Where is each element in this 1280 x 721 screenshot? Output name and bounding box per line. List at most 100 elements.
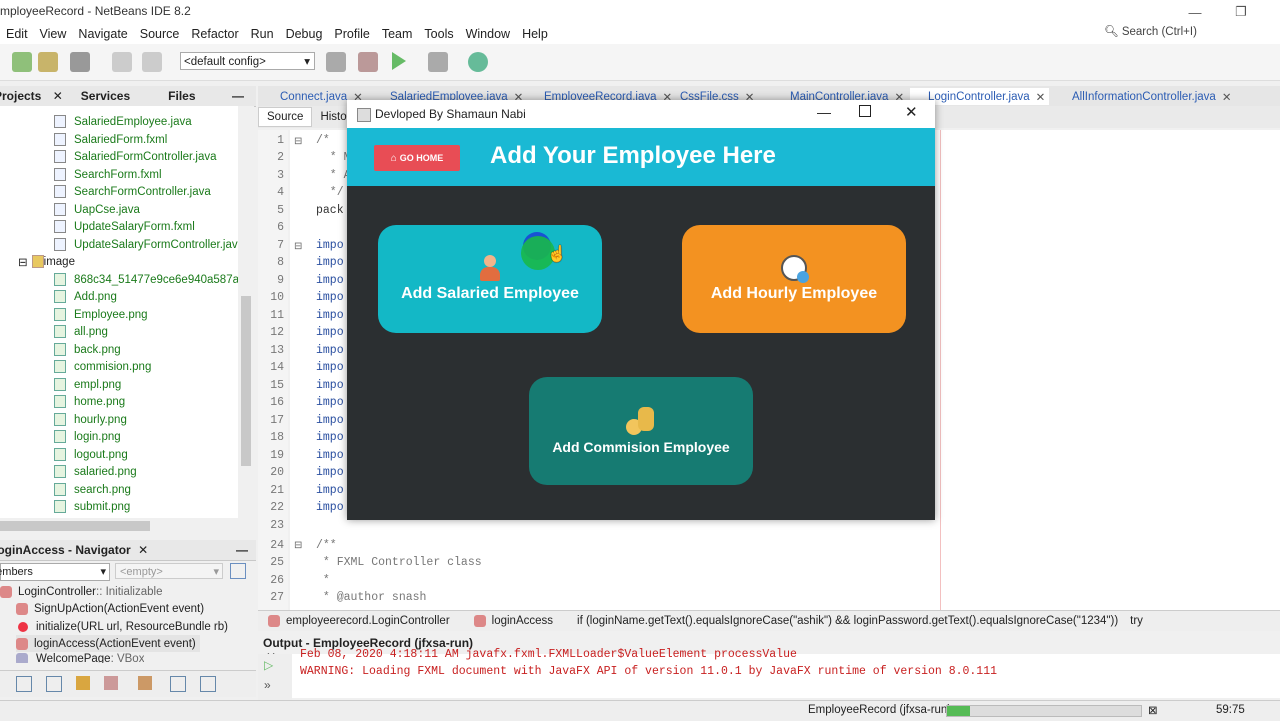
members-select[interactable]: Members▾ — [0, 563, 110, 581]
rerun-icon[interactable]: ▷ — [264, 658, 273, 672]
close-icon[interactable]: ✕ — [49, 89, 67, 103]
list-item[interactable]: logout.png — [54, 446, 128, 464]
menu-team[interactable]: Team — [376, 27, 419, 41]
close-icon[interactable]: ✕ — [1036, 90, 1046, 104]
menu-tools[interactable]: Tools — [418, 27, 459, 41]
minimize-panel-button[interactable]: — — [236, 540, 248, 560]
list-item[interactable]: home.png — [54, 393, 125, 411]
scrollbar-thumb[interactable] — [0, 521, 150, 531]
menu-help[interactable]: Help — [516, 27, 554, 41]
menu-debug[interactable]: Debug — [280, 27, 329, 41]
cancel-task-icon[interactable]: ⊠ — [1148, 703, 1158, 717]
list-item[interactable]: UpdateSalaryFormController.java — [54, 236, 238, 254]
ide-window-title: EmployeeRecord - NetBeans IDE 8.2 — [0, 4, 191, 18]
list-item[interactable]: login.png — [54, 428, 121, 446]
breadcrumb-try[interactable]: try — [1130, 615, 1143, 627]
list-item[interactable]: all.png — [54, 323, 108, 341]
run-icon[interactable] — [392, 52, 406, 70]
tree-vertical-scrollbar[interactable] — [238, 106, 254, 518]
list-item[interactable]: Employee.png — [54, 306, 148, 324]
minimize-button[interactable]: — — [1172, 0, 1218, 24]
maximize-button[interactable] — [859, 105, 871, 117]
list-item[interactable]: Add.png — [54, 288, 117, 306]
list-item[interactable]: back.png — [54, 341, 121, 359]
minimize-button[interactable]: — — [817, 104, 831, 120]
menu-run[interactable]: Run — [245, 27, 280, 41]
add-commision-employee-button[interactable]: Add Commision Employee — [529, 377, 753, 485]
filter-icon[interactable] — [104, 676, 118, 690]
filter-icon[interactable] — [46, 676, 62, 692]
new-file-icon[interactable] — [38, 52, 58, 72]
navigator-item[interactable]: SignUpAction (ActionEvent event) — [16, 600, 204, 617]
list-item[interactable]: hourly.png — [54, 411, 127, 429]
folder-item-image[interactable]: ⊟ image — [18, 253, 75, 271]
list-item[interactable]: SalariedEmployee.java — [54, 113, 192, 131]
configure-icon[interactable] — [230, 563, 246, 579]
go-home-button[interactable]: ⌂ GO HOME — [374, 145, 460, 171]
config-select[interactable]: <default config> ▾ — [180, 52, 315, 70]
list-item[interactable]: SearchFormController.java — [54, 183, 211, 201]
add-hourly-employee-button[interactable]: Add Hourly Employee — [682, 225, 906, 333]
breadcrumb-if[interactable]: if (loginName.getText().equalsIgnoreCase… — [577, 615, 1118, 627]
minimize-panel-button[interactable]: — — [228, 89, 248, 103]
list-item[interactable]: UapCse.java — [54, 201, 140, 219]
filter-icon[interactable] — [138, 676, 152, 690]
tab-projects[interactable]: Projects ✕ — [0, 89, 71, 103]
tree-horizontal-scrollbar[interactable] — [0, 518, 238, 534]
navigator-item[interactable]: WelcomePage : VBox — [16, 653, 144, 663]
ide-search-input[interactable]: 🔍︎ Search (Ctrl+I) — [1104, 24, 1280, 42]
list-item[interactable]: SalariedFormController.java — [54, 148, 217, 166]
menu-source[interactable]: Source — [134, 27, 186, 41]
list-item[interactable]: salaried.png — [54, 463, 137, 481]
empty-select[interactable]: <empty> ▾ — [115, 563, 223, 579]
maximize-button[interactable]: ❐ — [1218, 0, 1264, 24]
list-item[interactable]: 868c34_51477e9ce6e940a587a99 — [54, 271, 238, 289]
navigator-item[interactable]: LoginController :: Initializable — [0, 583, 162, 600]
list-item[interactable]: commision.png — [54, 358, 151, 376]
menu-view[interactable]: View — [34, 27, 73, 41]
lock-icon[interactable] — [76, 676, 90, 690]
list-item[interactable]: empl.png — [54, 376, 121, 394]
build-icon[interactable] — [326, 52, 346, 72]
scrollbar-thumb[interactable] — [241, 296, 251, 466]
filter-icon[interactable] — [16, 676, 32, 692]
method-icon — [18, 621, 28, 632]
class-icon — [0, 585, 12, 598]
save-all-icon[interactable] — [70, 52, 90, 72]
list-item[interactable]: UpdateSalaryForm.fxml — [54, 218, 195, 236]
sort-icon[interactable] — [200, 676, 216, 692]
navigator-item-selected[interactable]: loginAccess (ActionEvent event) — [16, 635, 200, 652]
list-item[interactable]: SalariedForm.fxml — [54, 131, 167, 149]
list-item[interactable]: submit.png — [54, 498, 130, 516]
menu-navigate[interactable]: Navigate — [72, 27, 133, 41]
close-icon[interactable]: ✕ — [1222, 90, 1232, 104]
fold-icon[interactable]: ⊟ — [294, 136, 302, 147]
tab-all-information-controller[interactable]: AllInformationController.java ✕ — [1052, 88, 1231, 105]
sort-icon[interactable] — [170, 676, 186, 692]
expand-icon[interactable]: » — [264, 678, 271, 692]
breadcrumb-class[interactable]: employeerecord.LoginController — [258, 614, 462, 627]
list-item[interactable]: search.png — [54, 481, 131, 499]
close-button[interactable]: ✕ — [905, 103, 918, 121]
close-icon[interactable]: ✕ — [138, 543, 148, 557]
breadcrumb-method[interactable]: loginAccess — [473, 614, 565, 627]
navigator-item[interactable]: initialize (URL url, ResourceBundle rb) — [18, 618, 228, 635]
fold-icon[interactable]: ⊟ — [294, 540, 302, 551]
profile-icon[interactable] — [468, 52, 488, 72]
new-project-icon[interactable] — [12, 52, 32, 72]
menu-window[interactable]: Window — [460, 27, 516, 41]
tab-source[interactable]: Source — [258, 107, 313, 127]
debug-icon[interactable] — [428, 52, 448, 72]
undo-icon[interactable] — [112, 52, 132, 72]
menu-refactor[interactable]: Refactor — [185, 27, 244, 41]
output-console[interactable]: Feb 08, 2020 4:18:11 AM javafx.fxml.FXML… — [292, 648, 1280, 698]
menu-profile[interactable]: Profile — [328, 27, 375, 41]
list-item[interactable]: SearchForm.fxml — [54, 166, 162, 184]
tab-services[interactable]: Services — [77, 89, 134, 103]
redo-icon[interactable] — [142, 52, 162, 72]
clean-build-icon[interactable] — [358, 52, 378, 72]
tab-files[interactable]: Files — [164, 89, 199, 103]
add-salaried-employee-button[interactable]: Add Salaried Employee — [378, 225, 602, 333]
fold-icon[interactable]: ⊟ — [294, 241, 302, 252]
menu-edit[interactable]: Edit — [0, 27, 34, 41]
